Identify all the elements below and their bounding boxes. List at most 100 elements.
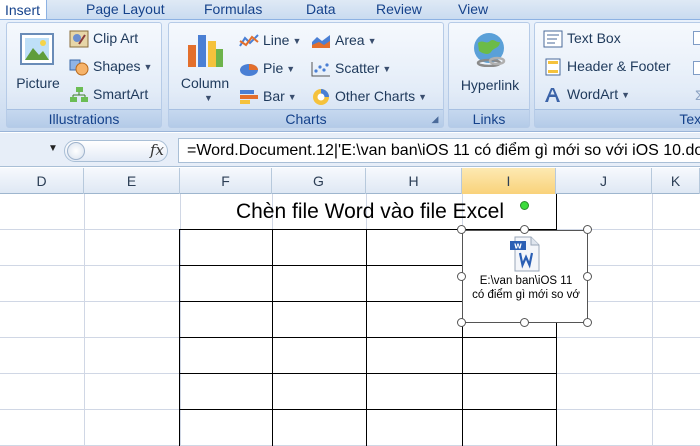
- shapes-icon: [69, 59, 89, 76]
- shapes-dropdown-icon[interactable]: ▼: [143, 62, 152, 72]
- resize-handle-bottom[interactable]: [520, 318, 529, 327]
- shapes-button[interactable]: Shapes ▼: [69, 57, 152, 76]
- column-chart-button[interactable]: Column ▼: [173, 27, 237, 109]
- tab-review[interactable]: Review: [370, 0, 428, 20]
- tab-view[interactable]: View: [452, 0, 494, 20]
- pie-dropdown-icon[interactable]: ▼: [286, 64, 295, 74]
- scatter-chart-icon: [311, 62, 330, 77]
- resize-handle-bottom-right[interactable]: [583, 318, 592, 327]
- bar-dropdown-icon[interactable]: ▼: [288, 92, 297, 102]
- hyperlink-button[interactable]: Hyperlink: [451, 27, 527, 107]
- charts-dialog-launcher-icon[interactable]: ◢: [430, 114, 440, 124]
- picture-icon: [20, 33, 54, 65]
- column-header-d[interactable]: D: [0, 168, 84, 194]
- other-charts-icon: [313, 89, 329, 106]
- wordart-dropdown-icon[interactable]: ▼: [621, 90, 630, 100]
- column-chart-label: Column: [180, 75, 230, 91]
- formula-input[interactable]: =Word.Document.12|'E:\van ban\iOS 11 có …: [178, 138, 700, 163]
- line-chart-button[interactable]: Line ▼: [239, 31, 301, 50]
- picture-button[interactable]: Picture: [9, 27, 65, 105]
- text-box-button[interactable]: Text Box: [543, 29, 621, 48]
- line-chart-icon: [239, 34, 259, 47]
- formula-bar: ▼ fx =Word.Document.12|'E:\van ban\iOS 1…: [0, 133, 700, 167]
- text-group-label: Text: [535, 109, 700, 127]
- embedded-object-path: E:\van ban\iOS 11: [479, 275, 573, 287]
- links-group: Hyperlink Links: [448, 22, 530, 128]
- wordart-label: WordArt: [567, 86, 619, 102]
- scatter-dropdown-icon[interactable]: ▼: [382, 64, 391, 74]
- name-box-dropdown-icon[interactable]: ▼: [48, 143, 58, 154]
- symbol-icon[interactable]: Σ: [695, 87, 700, 103]
- resize-handle-top-right[interactable]: [583, 225, 592, 234]
- wordart-button[interactable]: WordArt ▼: [543, 85, 630, 104]
- resize-handle-bottom-left[interactable]: [457, 318, 466, 327]
- ribbon-tab-bar: Insert Page Layout Formulas Data Review …: [0, 0, 700, 20]
- illustrations-group: Picture Clip Art Shapes ▼ SmartArt Illust…: [6, 22, 162, 128]
- tab-page-layout[interactable]: Page Layout: [80, 0, 171, 20]
- column-header-j[interactable]: J: [556, 168, 652, 194]
- hyperlink-label: Hyperlink: [460, 77, 520, 93]
- word-document-icon: W: [510, 236, 540, 272]
- tab-formulas[interactable]: Formulas: [198, 0, 268, 20]
- worksheet-grid[interactable]: [0, 194, 700, 446]
- other-charts-button[interactable]: Other Charts ▼: [311, 87, 427, 106]
- ribbon: Picture Clip Art Shapes ▼ SmartArt Illust…: [0, 20, 700, 132]
- shapes-label: Shapes: [93, 58, 141, 74]
- tab-data[interactable]: Data: [300, 0, 342, 20]
- pie-chart-icon: [240, 64, 258, 77]
- clip-art-label: Clip Art: [93, 30, 139, 46]
- resize-handle-top[interactable]: [520, 225, 529, 234]
- header-footer-icon: [545, 58, 561, 76]
- bar-chart-label: Bar: [263, 88, 285, 104]
- other-charts-dropdown-icon[interactable]: ▼: [418, 92, 427, 102]
- tab-insert[interactable]: Insert: [0, 0, 48, 19]
- object-icon[interactable]: [693, 61, 700, 75]
- wordart-icon: [545, 88, 560, 103]
- text-box-label: Text Box: [567, 30, 621, 46]
- column-header-f[interactable]: F: [180, 168, 272, 194]
- other-charts-label: Other Charts: [335, 88, 416, 104]
- formula-bar-knob-icon[interactable]: [67, 142, 85, 160]
- resize-handle-top-left[interactable]: [457, 225, 466, 234]
- sheet-title-cell[interactable]: Chèn file Word vào file Excel: [180, 196, 560, 228]
- smartart-icon: [70, 87, 88, 103]
- text-group: Text Box Header & Footer WordArt▼ Σ Text: [534, 22, 700, 128]
- embedded-word-object[interactable]: W E:\van ban\iOS 11 có điểm gì mới so vớ: [462, 230, 588, 323]
- column-dropdown-icon[interactable]: ▼: [204, 93, 213, 103]
- illustrations-group-label: Illustrations: [7, 109, 161, 127]
- column-header-g[interactable]: G: [272, 168, 366, 194]
- hyperlink-globe-icon: [474, 33, 506, 67]
- area-chart-icon: [312, 35, 330, 49]
- line-chart-label: Line: [263, 32, 290, 48]
- clip-art-icon: [69, 30, 89, 48]
- scatter-chart-label: Scatter: [335, 60, 380, 76]
- rotate-handle[interactable]: [520, 201, 529, 210]
- links-group-label: Links: [449, 109, 529, 127]
- embedded-object-path-continued: có điểm gì mới so vớ: [472, 289, 580, 301]
- bar-chart-button[interactable]: Bar ▼: [239, 87, 297, 106]
- resize-handle-left[interactable]: [457, 272, 466, 281]
- signature-line-icon[interactable]: [693, 31, 700, 45]
- insert-function-icon[interactable]: fx: [150, 141, 164, 159]
- header-footer-button[interactable]: Header & Footer: [543, 57, 671, 76]
- column-header-k[interactable]: K: [652, 168, 700, 194]
- column-chart-icon: [188, 35, 223, 67]
- line-dropdown-icon[interactable]: ▼: [292, 36, 301, 46]
- scatter-chart-button[interactable]: Scatter ▼: [311, 59, 391, 78]
- area-chart-button[interactable]: Area ▼: [311, 31, 377, 50]
- charts-group-label: Charts: [169, 109, 443, 127]
- pie-chart-label: Pie: [263, 60, 284, 76]
- smartart-label: SmartArt: [93, 86, 149, 102]
- bar-chart-icon: [240, 90, 258, 105]
- column-header-e[interactable]: E: [84, 168, 180, 194]
- embedded-object-caption: E:\van ban\iOS 11 có điểm gì mới so vớ: [463, 274, 589, 302]
- clip-art-button[interactable]: Clip Art: [69, 29, 138, 48]
- area-dropdown-icon[interactable]: ▼: [368, 36, 377, 46]
- column-header-i[interactable]: I: [462, 168, 556, 194]
- column-header-h[interactable]: H: [366, 168, 462, 194]
- pie-chart-button[interactable]: Pie ▼: [239, 59, 295, 78]
- header-footer-label: Header & Footer: [567, 58, 671, 74]
- smartart-button[interactable]: SmartArt: [69, 85, 148, 104]
- charts-group: Column ▼ Line ▼ Pie ▼ Bar ▼ Area ▼ Scatter ▼ …: [168, 22, 444, 128]
- resize-handle-right[interactable]: [583, 272, 592, 281]
